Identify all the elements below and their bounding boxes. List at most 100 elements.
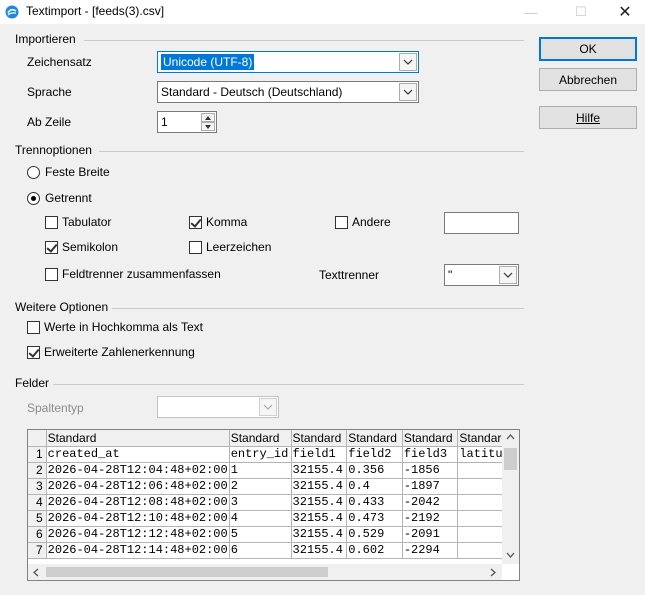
column-type-header[interactable]: Standard [291, 430, 348, 447]
column-type-header[interactable]: Standard [346, 430, 403, 447]
table-cell: 0.473 [346, 510, 403, 527]
chevron-down-icon[interactable] [499, 266, 517, 284]
title-bar: Textimport - [feeds(3).csv] — ☐ ✕ [0, 0, 645, 24]
table-cell: field1 [291, 446, 348, 463]
group-fields: Felder [15, 376, 50, 390]
language-value: Standard - Deutsch (Deutschland) [161, 85, 343, 99]
table-row: 4 2026-04-28T12:08:48+02:00 3 32155.4 0.433-… [28, 494, 519, 511]
group-divider [112, 308, 524, 309]
table-cell: 2026-04-28T12:10:48+02:00 [46, 510, 230, 527]
table-cell: 32155.4 [291, 462, 348, 479]
table-cell: 2026-04-28T12:08:48+02:00 [46, 494, 230, 511]
table-cell: 32155.4 [291, 542, 348, 559]
table-cell: field2 [346, 446, 403, 463]
chevron-down-icon[interactable] [399, 83, 417, 101]
table-cell: field3 [402, 446, 459, 463]
scroll-left-icon[interactable] [33, 568, 39, 577]
table-cell: 0.529 [346, 526, 403, 543]
row-number: 5 [28, 510, 47, 527]
row-number: 1 [28, 446, 47, 463]
table-cell: -1856 [402, 462, 459, 479]
table-cell: 2 [229, 478, 292, 495]
table-row: 5 2026-04-28T12:10:48+02:00 4 32155.4 0.473-… [28, 510, 519, 527]
close-icon[interactable]: ✕ [602, 0, 645, 24]
group-divider [99, 151, 524, 152]
merge-delimiters-checkbox[interactable] [45, 268, 58, 281]
horizontal-scroll-thumb[interactable] [46, 567, 328, 577]
help-button-label: Hilfe [575, 110, 600, 125]
table-cell: entry_id [229, 446, 292, 463]
row-number: 4 [28, 494, 47, 511]
scroll-up-icon[interactable] [506, 434, 515, 440]
language-select[interactable]: Standard - Deutsch (Deutschland) [157, 81, 419, 103]
vertical-scrollbar[interactable] [502, 430, 519, 564]
semicolon-checkbox[interactable] [45, 241, 58, 254]
from-row-spinner[interactable]: 1 [157, 111, 217, 133]
comma-label: Komma [206, 215, 248, 229]
other-checkbox[interactable] [335, 216, 348, 229]
chevron-down-icon[interactable] [399, 53, 417, 71]
table-cell: 2026-04-28T12:04:48+02:00 [46, 462, 230, 479]
merge-delimiters-label: Feldtrenner zusammenfassen [62, 267, 221, 281]
other-separator-input[interactable] [444, 212, 519, 234]
semicolon-label: Semikolon [62, 240, 119, 254]
table-cell: 2026-04-28T12:06:48+02:00 [46, 478, 230, 495]
table-cell: -2294 [402, 542, 459, 559]
table-cell: 32155.4 [291, 526, 348, 543]
fixed-width-radio[interactable] [27, 166, 40, 179]
table-cell: 0.602 [346, 542, 403, 559]
quoted-as-text-label: Werte in Hochkomma als Text [44, 320, 203, 334]
table-row: 2 2026-04-28T12:04:48+02:00 1 32155.4 0.356-… [28, 462, 519, 479]
row-number: 6 [28, 526, 47, 543]
preview-table: Standard Standard Standard Standard Standard… [28, 430, 519, 559]
comma-checkbox[interactable] [189, 216, 202, 229]
ok-button[interactable]: OK [539, 37, 637, 61]
table-cell: 2026-04-28T12:12:48+02:00 [46, 526, 230, 543]
quoted-as-text-checkbox[interactable] [27, 321, 40, 334]
table-cell: 32155.4 [291, 510, 348, 527]
text-delimiter-label: Texttrenner [319, 268, 380, 282]
table-row: 7 2026-04-28T12:14:48+02:00 6 32155.4 0.602-… [28, 542, 519, 559]
table-cell: 3 [229, 494, 292, 511]
charset-label: Zeichensatz [27, 55, 92, 69]
separated-radio[interactable] [27, 192, 40, 205]
window-title: Textimport - [feeds(3).csv] [26, 4, 165, 18]
fixed-width-label: Feste Breite [45, 165, 110, 179]
vertical-scroll-thumb[interactable] [504, 448, 517, 470]
column-type-header[interactable]: Standard [229, 430, 292, 447]
maximize-icon[interactable]: ☐ [558, 0, 604, 24]
spin-down-icon[interactable] [201, 122, 215, 131]
detect-numbers-checkbox[interactable] [27, 346, 40, 359]
charset-select[interactable]: Unicode (UTF-8) [157, 51, 419, 73]
table-cell: created_at [46, 446, 230, 463]
text-delimiter-value: " [448, 268, 453, 282]
table-cell: 0.433 [346, 494, 403, 511]
row-number: 2 [28, 462, 47, 479]
cancel-button[interactable]: Abbrechen [539, 68, 637, 91]
minimize-icon[interactable]: — [508, 0, 554, 24]
scroll-right-icon[interactable] [490, 568, 496, 577]
row-number: 7 [28, 542, 47, 559]
table-cell: 6 [229, 542, 292, 559]
spin-up-icon[interactable] [201, 113, 215, 122]
text-delimiter-select[interactable]: " [444, 264, 519, 286]
column-type-select[interactable] [157, 396, 279, 418]
table-cell: 5 [229, 526, 292, 543]
table-cell: 4 [229, 510, 292, 527]
group-import: Importieren [15, 32, 76, 46]
chevron-down-icon[interactable] [259, 398, 277, 416]
column-type-header[interactable]: Standard [46, 430, 230, 447]
scroll-down-icon[interactable] [506, 552, 515, 558]
column-type-header[interactable]: Standard [402, 430, 459, 447]
tab-checkbox[interactable] [45, 216, 58, 229]
table-cell: -2091 [402, 526, 459, 543]
preview-grid[interactable]: Standard Standard Standard Standard Standard… [27, 429, 520, 581]
detect-numbers-label: Erweiterte Zahlenerkennung [44, 345, 195, 359]
table-cell: -1897 [402, 478, 459, 495]
space-label: Leerzeichen [206, 240, 272, 254]
horizontal-scrollbar[interactable] [28, 564, 502, 580]
space-checkbox[interactable] [189, 241, 202, 254]
help-button[interactable]: Hilfe [539, 106, 637, 129]
table-cell: 1 [229, 462, 292, 479]
column-type-label: Spaltentyp [27, 401, 84, 415]
